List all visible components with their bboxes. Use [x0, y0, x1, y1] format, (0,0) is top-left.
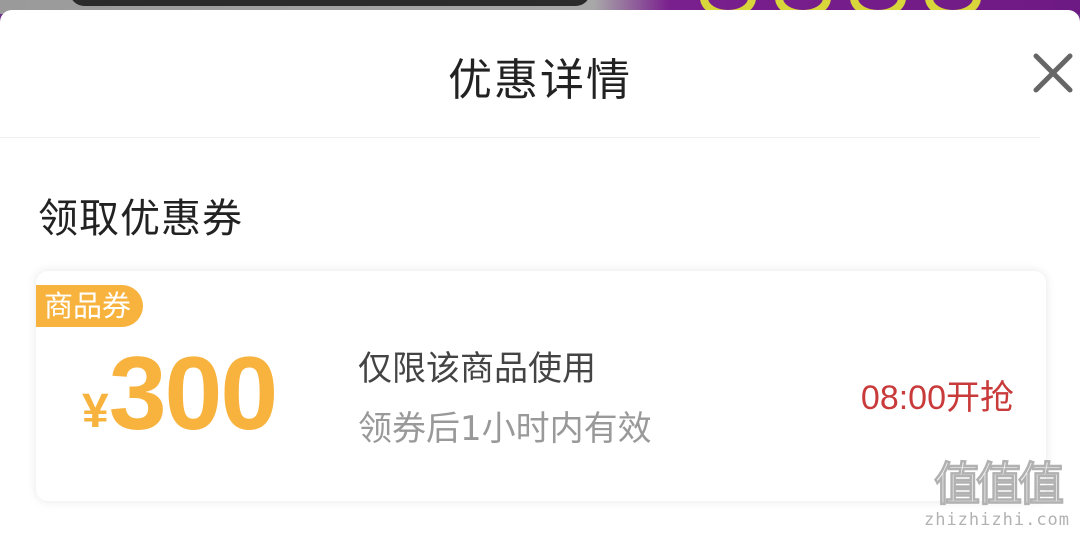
sheet-title: 优惠详情 [448, 55, 632, 106]
amount-value: 300 [108, 336, 279, 452]
coupon-description: 仅限该商品使用 [358, 349, 596, 389]
discount-details-sheet: 优惠详情 领取优惠券 商品券 ¥300 仅限该商品使用 领券后1小时内有效 08… [0, 10, 1080, 538]
coupon-amount: ¥300 [82, 335, 279, 454]
coupon-start-time[interactable]: 08:00开抢 [861, 370, 1014, 419]
coupon-type-badge: 商品券 [36, 285, 144, 327]
background-banner [70, 0, 590, 6]
coupon-card[interactable]: 商品券 ¥300 仅限该商品使用 领券后1小时内有效 08:00开抢 [36, 271, 1046, 501]
currency-symbol: ¥ [82, 385, 109, 438]
coupon-validity: 领券后1小时内有效 [358, 409, 652, 449]
close-icon [1033, 53, 1073, 93]
watermark-site: zhizhizhi.com [923, 510, 1071, 530]
section-title: 领取优惠券 [38, 196, 243, 242]
sheet-header: 优惠详情 [0, 10, 1073, 138]
close-button[interactable] [1030, 50, 1076, 96]
